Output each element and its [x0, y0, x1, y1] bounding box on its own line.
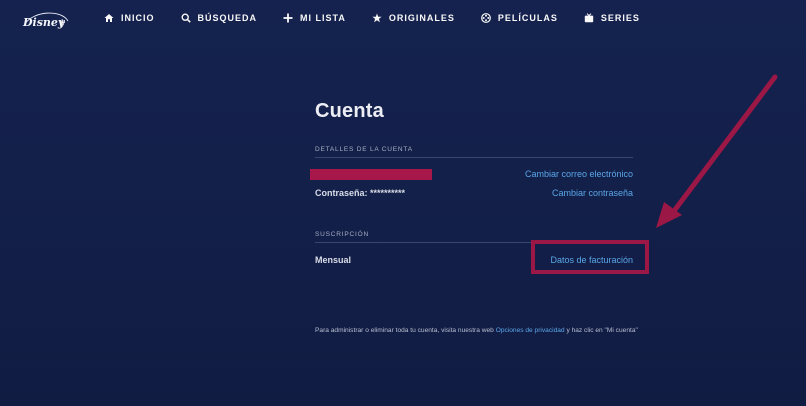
- tv-icon: [584, 13, 594, 23]
- subscription-label: SUSCRIPCIÓN: [315, 231, 369, 238]
- account-details-label: DETALLES DE LA CUENTA: [315, 146, 413, 153]
- home-icon: [104, 13, 114, 23]
- page-title: Cuenta: [315, 100, 384, 122]
- nav-item-label: INICIO: [121, 13, 155, 23]
- redacted-email: [310, 169, 432, 180]
- search-icon: [181, 13, 191, 23]
- account-page: Disney + INICIO BÚSQUEDA MI LISTA ORIGIN…: [0, 0, 806, 406]
- nav-item-originales[interactable]: ORIGINALES: [372, 13, 455, 23]
- top-navigation-bar: Disney + INICIO BÚSQUEDA MI LISTA ORIGIN…: [0, 0, 806, 40]
- change-password-link[interactable]: Cambiar contraseña: [552, 188, 633, 198]
- nav-item-series[interactable]: SERIES: [584, 13, 640, 23]
- nav-item-inicio[interactable]: INICIO: [104, 13, 155, 23]
- account-panel: Cuenta DETALLES DE LA CUENTA Cambiar cor…: [310, 100, 633, 265]
- nav-item-label: SERIES: [600, 13, 640, 23]
- details-divider: [315, 157, 633, 158]
- privacy-options-link[interactable]: Opciones de privacidad: [496, 327, 565, 334]
- nav-item-label: BÚSQUEDA: [197, 13, 258, 23]
- nav-item-label: ORIGINALES: [388, 13, 455, 23]
- disney-plus-logo[interactable]: Disney +: [21, 9, 71, 31]
- main-nav: INICIO BÚSQUEDA MI LISTA ORIGINALES PELÍ…: [104, 13, 666, 23]
- nav-item-peliculas[interactable]: PELÍCULAS: [480, 13, 558, 23]
- annotation-arrow-icon: [656, 74, 778, 228]
- account-footer-note: Para administrar o eliminar toda tu cuen…: [315, 325, 640, 336]
- password-value: Contraseña: **********: [315, 188, 406, 198]
- svg-text:+: +: [59, 17, 65, 29]
- plan-name: Mensual: [315, 255, 352, 265]
- change-email-link[interactable]: Cambiar correo electrónico: [525, 169, 633, 179]
- footer-text-after: y haz clic en "Mi cuenta": [564, 327, 638, 334]
- plus-icon: [283, 13, 293, 23]
- nav-item-mi-lista[interactable]: MI LISTA: [283, 13, 346, 23]
- billing-highlight-box: [531, 240, 649, 274]
- footer-text-before: Para administrar o eliminar toda tu cuen…: [315, 327, 496, 334]
- film-icon: [480, 13, 491, 23]
- star-icon: [372, 13, 382, 23]
- nav-item-label: MI LISTA: [300, 13, 346, 23]
- nav-item-label: PELÍCULAS: [497, 13, 558, 23]
- nav-item-busqueda[interactable]: BÚSQUEDA: [181, 13, 258, 23]
